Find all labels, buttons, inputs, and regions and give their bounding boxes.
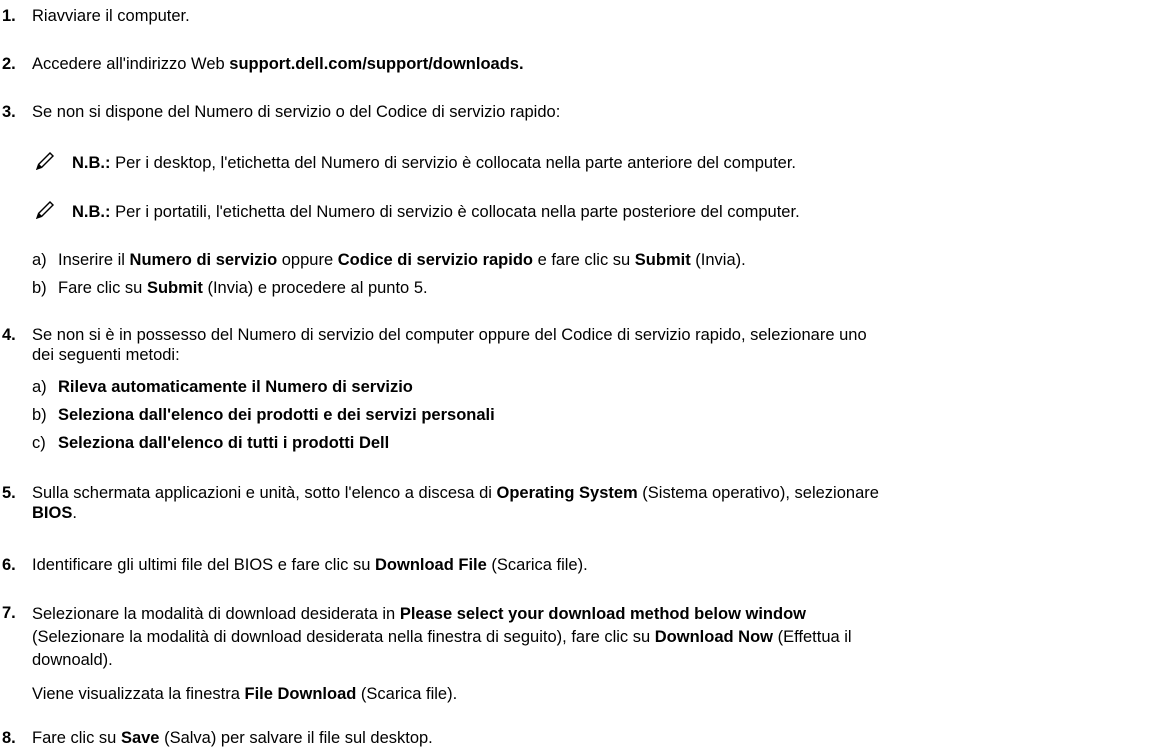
text-run: Selezionare la modalità di download desi…: [32, 605, 400, 623]
step-text: Selezionare la modalità di download desi…: [32, 603, 1140, 672]
text-line: dei seguenti metodi:: [32, 346, 180, 364]
note-text: Per i desktop, l'etichetta del Numero di…: [110, 154, 797, 172]
text-run: (Invia).: [690, 251, 746, 269]
note-text: Per i portatili, l'etichetta del Numero …: [110, 203, 800, 221]
note: N.B.: Per i portatili, l'etichetta del N…: [34, 201, 800, 222]
step-text: Viene visualizzata la finestra File Down…: [32, 684, 1140, 704]
substep-text: c) Seleziona dall'elenco di tutti i prodo…: [32, 433, 389, 453]
bold-run: Numero di servizio: [129, 251, 278, 269]
text-run: e fare clic su: [533, 251, 635, 269]
bold-run: File Download: [244, 685, 357, 703]
step-text: Fare clic su Save (Salva) per salvare il…: [32, 728, 1140, 748]
step-number: 7.: [2, 604, 16, 622]
step-number: 6.: [2, 556, 16, 574]
text-run: oppure: [277, 251, 338, 269]
step-text: Se non si è in possesso del Numero di se…: [32, 325, 1140, 365]
substep-text: b) Fare clic su Submit (Invia) e proceder…: [32, 278, 428, 298]
step-number: 8.: [2, 729, 16, 747]
text-run: Identificare gli ultimi file del BIOS e …: [32, 556, 375, 574]
pencil-note-icon: [36, 201, 54, 219]
step-text: Accedere all'indirizzo Web support.dell.…: [32, 54, 1140, 74]
bold-run: Operating System: [496, 484, 638, 502]
step-number: 5.: [2, 484, 16, 502]
note-label: N.B.:: [72, 154, 111, 172]
text-run: Fare clic su: [32, 729, 121, 747]
bold-run: Seleziona dall'elenco di tutti i prodott…: [58, 434, 390, 452]
step-text: Sulla schermata applicazioni e unità, so…: [32, 483, 1140, 523]
text-run: Viene visualizzata la finestra: [32, 685, 245, 703]
bold-run: Rileva automaticamente il Numero di serv…: [58, 378, 413, 396]
text-run: (Selezionare la modalità di download des…: [32, 628, 655, 646]
step-number: 2.: [2, 55, 16, 73]
bold-run: Download File: [374, 556, 487, 574]
bold-run: Codice di servizio rapido: [337, 251, 533, 269]
text-run: (Invia) e procedere al punto 5.: [202, 279, 428, 297]
substep-letter: b): [32, 406, 47, 424]
bold-run: Submit: [146, 279, 203, 297]
text-run: (Sistema operativo), selezionare: [637, 484, 879, 502]
note-label: N.B.:: [72, 203, 111, 221]
substep-letter: b): [32, 279, 47, 297]
substep-text: b) Seleziona dall'elenco dei prodotti e d…: [32, 405, 495, 425]
support-url: support.dell.com/support/downloads.: [229, 55, 524, 73]
text-run: .: [72, 504, 77, 522]
step-text: Identificare gli ultimi file del BIOS e …: [32, 555, 1140, 575]
bold-run: Please select your download method below…: [399, 605, 806, 623]
text-run: (Scarica file).: [486, 556, 588, 574]
pencil-note-icon: [34, 150, 56, 172]
text-run: Sulla schermata applicazioni e unità, so…: [32, 484, 497, 502]
text-run: (Effettua il: [773, 628, 852, 646]
substep-letter: a): [32, 251, 47, 269]
bold-run: Seleziona dall'elenco dei prodotti e dei…: [58, 406, 495, 424]
text-run: (Scarica file).: [356, 685, 458, 703]
text-run: Accedere all'indirizzo Web: [32, 55, 230, 73]
text-line: Se non si è in possesso del Numero di se…: [32, 326, 867, 344]
substep-letter: a): [32, 378, 47, 396]
substep-text: a) Rileva automaticamente il Numero di se…: [32, 377, 413, 397]
bold-run: Download Now: [654, 628, 774, 646]
bold-run: Save: [120, 729, 160, 747]
text-run: Inserire il: [58, 251, 130, 269]
bold-run: Submit: [634, 251, 691, 269]
substep-letter: c): [32, 434, 46, 452]
step-number: 3.: [2, 103, 16, 121]
step-number: 1.: [2, 7, 16, 25]
text-run: downoald).: [32, 651, 113, 669]
text-run: Fare clic su: [58, 279, 147, 297]
note: N.B.: Per i desktop, l'etichetta del Num…: [34, 150, 797, 173]
bold-run: BIOS: [32, 504, 73, 522]
substep-text: a) Inserire il Numero di servizio oppure …: [32, 250, 746, 270]
step-text: Riavviare il computer.: [32, 7, 190, 25]
step-text: Se non si dispone del Numero di servizio…: [32, 103, 561, 121]
text-run: (Salva) per salvare il file sul desktop.: [159, 729, 433, 747]
step-number: 4.: [2, 326, 16, 344]
